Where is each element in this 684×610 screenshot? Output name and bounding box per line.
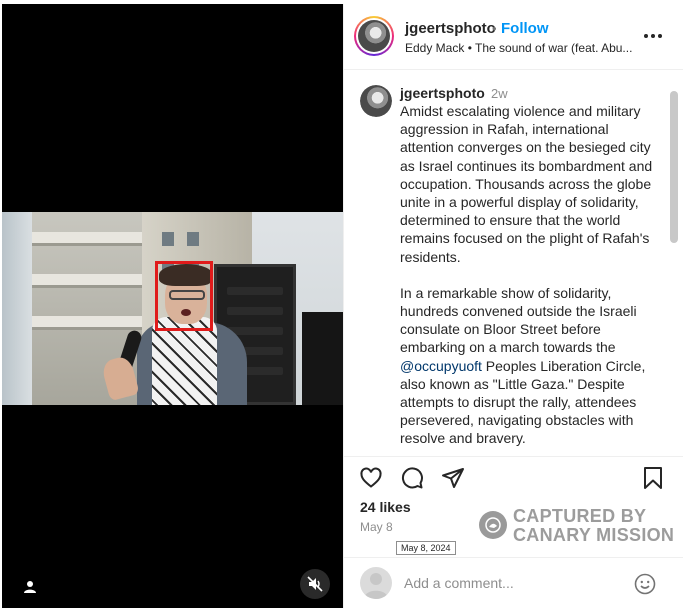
default-avatar-icon [364, 573, 388, 599]
follow-button[interactable]: Follow [501, 20, 549, 37]
caption-paragraph-1: Amidst escalating violence and military … [400, 103, 653, 265]
author-avatar[interactable] [354, 16, 394, 56]
emoji-button[interactable] [632, 571, 658, 597]
add-comment-bar [344, 557, 683, 608]
like-button[interactable] [358, 465, 384, 491]
share-button[interactable] [440, 465, 466, 491]
tagged-users-button[interactable] [19, 576, 41, 598]
loudspeaker [302, 312, 343, 405]
canary-logo-icon [479, 511, 507, 539]
post-date[interactable]: May 8 [360, 520, 393, 534]
save-button[interactable] [640, 465, 666, 491]
face-highlight-box [155, 261, 213, 331]
send-icon [442, 468, 464, 488]
heart-icon [360, 467, 382, 488]
comments-section[interactable]: jgeertsphoto 2w Amidst escalating violen… [344, 71, 683, 456]
instagram-post-window: jgeertsphoto • Follow Eddy Mack • The so… [0, 0, 684, 610]
watermark-line-1: CAPTURED BY [513, 506, 647, 526]
mute-toggle-button[interactable] [300, 569, 330, 599]
more-dot-icon [651, 34, 655, 38]
watermark-line-2: CANARY MISSION [513, 525, 675, 545]
caption-author-avatar[interactable] [360, 85, 392, 117]
header-separator: • [492, 21, 497, 36]
date-tooltip: May 8, 2024 [396, 541, 456, 555]
caption-text: Amidst escalating violence and military … [400, 102, 662, 456]
smiley-icon [634, 573, 656, 595]
viewer-avatar [360, 567, 392, 599]
building-window [162, 232, 174, 246]
more-dot-icon [644, 34, 648, 38]
comment-button[interactable] [399, 465, 425, 491]
muted-speaker-icon [307, 576, 323, 592]
post-header: jgeertsphoto • Follow Eddy Mack • The so… [344, 4, 683, 70]
comment-icon [401, 467, 423, 489]
more-options-button[interactable] [640, 26, 666, 46]
author-username-link[interactable]: jgeertsphoto [405, 20, 496, 37]
building-window [187, 232, 199, 246]
audio-track-link[interactable]: Eddy Mack • The sound of war (feat. Abu.… [405, 41, 637, 55]
caption-paragraph-2: In a remarkable show of solidarity, hund… [400, 284, 646, 447]
bookmark-icon [644, 467, 662, 489]
caption-timestamp[interactable]: 2w [491, 86, 508, 101]
post-action-bar [344, 456, 683, 496]
mention-link[interactable]: @occupyuoft [400, 358, 482, 374]
post-sidebar: jgeertsphoto • Follow Eddy Mack • The so… [343, 4, 683, 608]
likes-count[interactable]: 24 likes [360, 499, 411, 515]
more-dot-icon [658, 34, 662, 38]
user-icon [24, 581, 36, 593]
comments-scrollbar[interactable] [670, 91, 678, 243]
canary-mission-watermark: CAPTURED BY CANARY MISSION [477, 506, 677, 546]
caption-username-link[interactable]: jgeertsphoto [400, 85, 485, 101]
comment-input[interactable] [404, 573, 624, 593]
